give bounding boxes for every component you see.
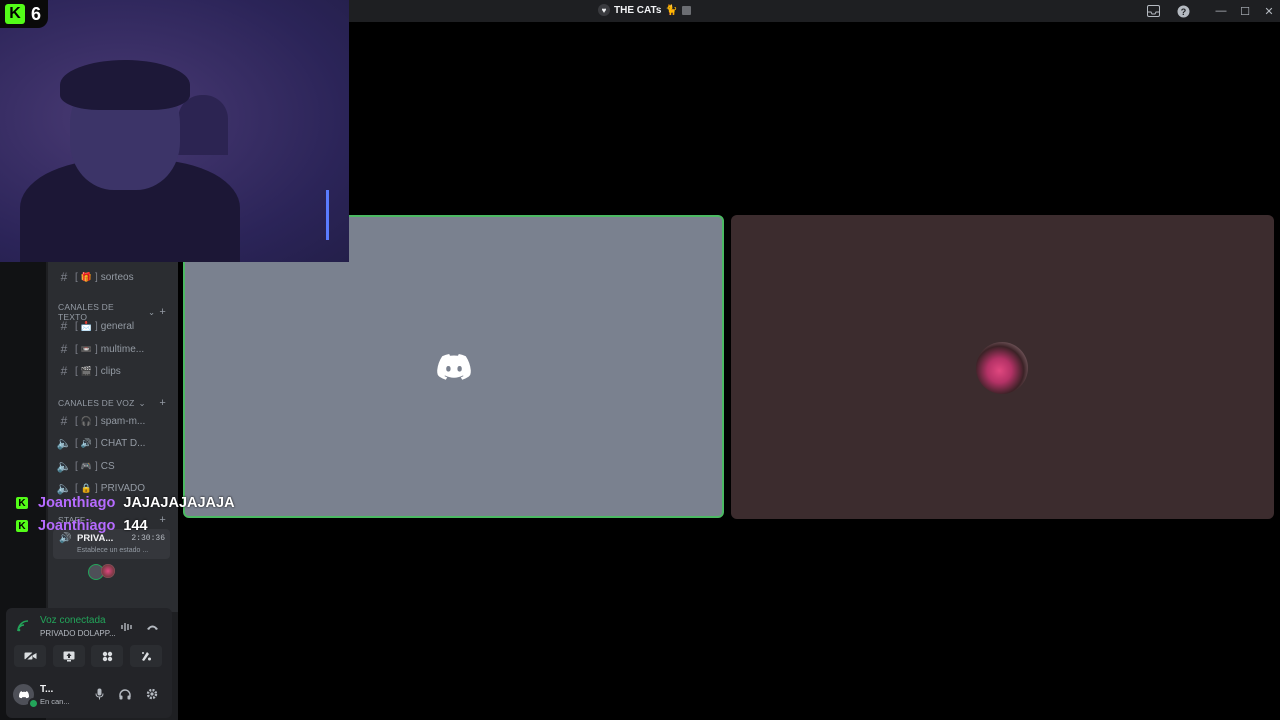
svg-text:?: ? bbox=[1180, 7, 1186, 17]
signal-icon[interactable] bbox=[17, 620, 29, 635]
lock-icon: 🔒 bbox=[80, 482, 92, 493]
channel-label: general bbox=[100, 320, 135, 332]
channel-label: sorteos bbox=[100, 271, 134, 283]
kick-logo-icon: K bbox=[5, 4, 25, 24]
hash-icon: # bbox=[60, 364, 68, 378]
screenshare-icon[interactable] bbox=[53, 645, 85, 667]
online-status-icon bbox=[28, 698, 39, 709]
help-icon[interactable]: ? bbox=[1175, 3, 1191, 19]
window-title: ♥ THE CATs 🐈 bbox=[598, 4, 691, 16]
viewer-count: 6 bbox=[31, 3, 42, 24]
activities-icon[interactable] bbox=[91, 645, 123, 667]
user-status: En can... bbox=[40, 697, 70, 706]
clapper-icon: 🎬 bbox=[80, 365, 92, 376]
active-voice-status: Establece un estado ... bbox=[77, 547, 149, 554]
window-title-text: THE CATs bbox=[614, 4, 662, 16]
gift-icon: 🎁 bbox=[80, 271, 92, 282]
loud-speaker-icon: 🔊 bbox=[80, 437, 92, 448]
mic-icon[interactable] bbox=[92, 687, 106, 701]
channel-clips[interactable]: # [🎬] clips bbox=[56, 362, 170, 380]
voice-room[interactable]: PRIVADO DOLAPP... bbox=[40, 629, 116, 638]
soundboard-effects-icon[interactable] bbox=[130, 645, 162, 667]
hash-icon: # bbox=[60, 319, 68, 333]
camera-off-icon[interactable] bbox=[14, 645, 46, 667]
settings-icon[interactable] bbox=[145, 687, 159, 701]
channel-label: CHAT D... bbox=[100, 437, 146, 449]
chat-username: Joanthiago bbox=[38, 495, 116, 511]
streamer-webcam: K 6 bbox=[0, 0, 349, 262]
channel-label: clips bbox=[100, 365, 121, 377]
minimize-icon[interactable]: — bbox=[1212, 2, 1230, 20]
server-logo-icon: ♥ bbox=[598, 4, 610, 16]
voice-status[interactable]: Voz conectada bbox=[40, 615, 106, 626]
category-voice-channels[interactable]: CANALES DE VOZ ⌄ + bbox=[58, 397, 166, 409]
gamepad-icon: 🎮 bbox=[80, 460, 92, 471]
voice-member-avatar[interactable] bbox=[101, 564, 115, 578]
add-channel-icon[interactable]: + bbox=[159, 397, 166, 409]
maximize-icon[interactable]: ☐ bbox=[1236, 2, 1254, 20]
channel-label: CS bbox=[100, 460, 115, 472]
add-channel-icon[interactable]: + bbox=[159, 514, 166, 526]
channel-general[interactable]: # [📩] general bbox=[56, 317, 170, 335]
headphones-icon[interactable] bbox=[118, 687, 132, 701]
channel-label: multime... bbox=[100, 343, 145, 355]
chat-text: 144 bbox=[123, 518, 148, 534]
square-icon bbox=[681, 5, 691, 15]
speaker-icon: 🔈 bbox=[56, 436, 72, 450]
channel-chat-d[interactable]: 🔈 [🔊] CHAT D... bbox=[56, 434, 170, 452]
channel-sorteos[interactable]: # [🎁] sorteos bbox=[56, 268, 170, 286]
kick-viewer-badge: K 6 bbox=[0, 0, 48, 28]
chat-text: JAJAJAJAJAJA bbox=[123, 495, 235, 511]
channel-multimedia[interactable]: # [📼] multime... bbox=[56, 340, 170, 358]
window-title-emoji: 🐈 bbox=[665, 4, 678, 16]
hash-icon: # bbox=[60, 414, 68, 428]
chevron-down-icon: ⌄ bbox=[138, 397, 146, 408]
inbox-icon[interactable] bbox=[1145, 3, 1161, 19]
headphones-emoji-icon: 🎧 bbox=[80, 415, 92, 426]
envelope-icon: 📩 bbox=[80, 320, 92, 331]
chat-username: Joanthiago bbox=[38, 518, 116, 534]
channel-cs[interactable]: 🔈 [🎮] CS bbox=[56, 457, 170, 475]
channel-label: PRIVADO bbox=[100, 482, 146, 494]
hash-icon: # bbox=[60, 342, 68, 356]
disconnect-icon[interactable] bbox=[145, 620, 159, 634]
discord-logo-icon bbox=[437, 354, 471, 380]
videotape-icon: 📼 bbox=[80, 343, 92, 354]
user-name[interactable]: T... bbox=[40, 684, 53, 695]
kick-icon: K bbox=[16, 520, 28, 532]
kick-icon: K bbox=[16, 497, 28, 509]
soundboard-icon[interactable] bbox=[120, 620, 134, 634]
chevron-down-icon: ⌄ bbox=[148, 306, 156, 317]
speaker-icon: 🔈 bbox=[56, 459, 72, 473]
channel-spam[interactable]: # [🎧] spam-m... bbox=[56, 412, 170, 430]
chat-message: K Joanthiago JAJAJAJAJAJA bbox=[16, 493, 235, 513]
close-icon[interactable]: ✕ bbox=[1260, 2, 1278, 20]
channel-label: spam-m... bbox=[100, 415, 146, 427]
hash-icon: # bbox=[60, 270, 68, 284]
category-label: CANALES DE VOZ bbox=[58, 398, 135, 408]
chat-message: K Joanthiago 144 bbox=[16, 516, 148, 536]
member-avatar[interactable] bbox=[976, 342, 1028, 394]
